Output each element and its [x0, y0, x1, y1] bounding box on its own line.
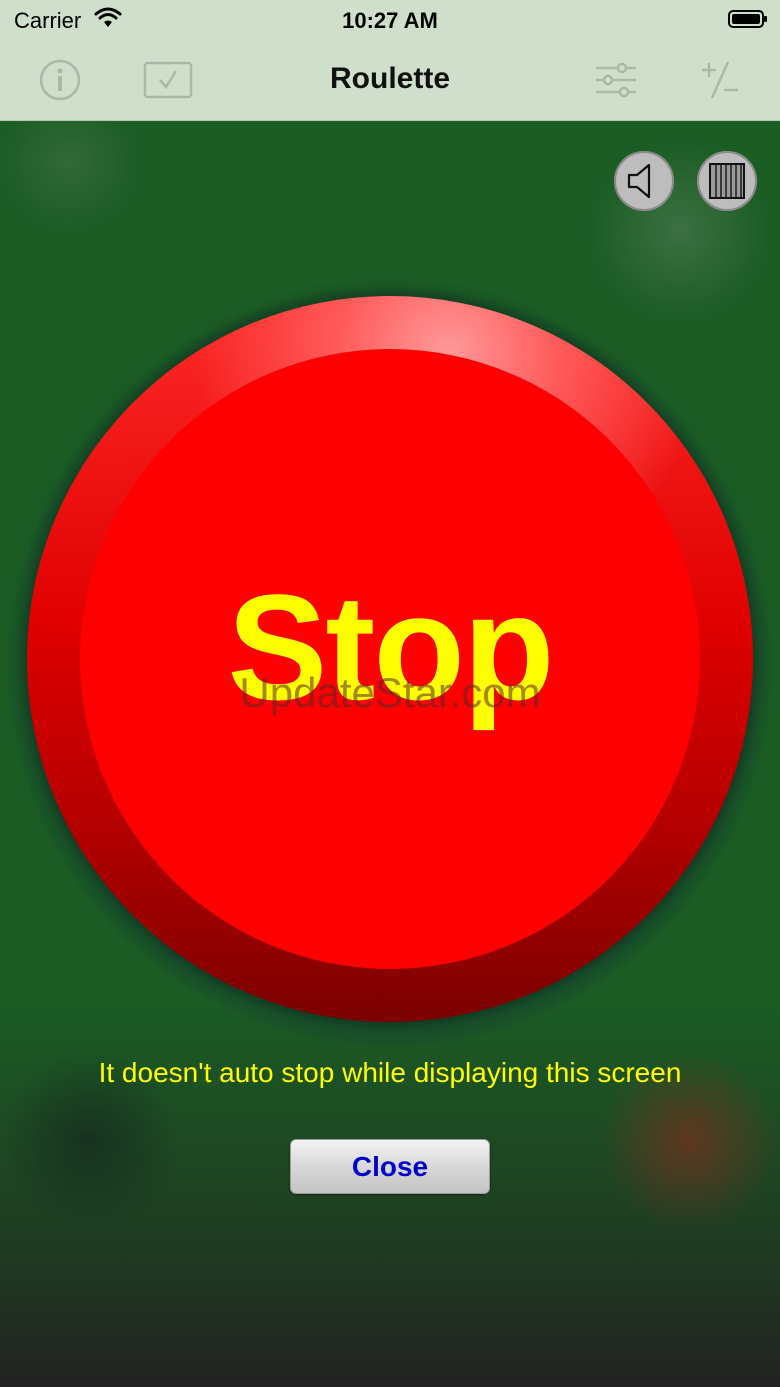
bars-grid-icon	[709, 163, 745, 199]
status-time: 10:27 AM	[342, 8, 438, 33]
plus-minus-icon[interactable]	[698, 58, 742, 102]
sound-button[interactable]	[614, 151, 674, 211]
stop-label: Stop	[227, 562, 554, 731]
close-button[interactable]: Close	[290, 1139, 490, 1194]
battery-icon	[728, 9, 768, 29]
stop-button-face[interactable]: Stop	[80, 349, 700, 969]
stop-button[interactable]: Stop	[27, 296, 753, 1022]
grid-button[interactable]	[697, 151, 757, 211]
auto-stop-note: It doesn't auto stop while displaying th…	[98, 1057, 682, 1088]
speaker-icon	[627, 163, 651, 199]
sliders-icon[interactable]	[594, 58, 638, 102]
watermark: UpdateStar.com	[239, 669, 541, 716]
roulette-table: Stop UpdateStar.com It doesn't auto stop…	[0, 121, 780, 1387]
page-title: Roulette	[330, 62, 450, 95]
nav-bar: Roulette	[0, 40, 780, 121]
status-bar: Carrier 10:27 AM	[0, 0, 780, 40]
